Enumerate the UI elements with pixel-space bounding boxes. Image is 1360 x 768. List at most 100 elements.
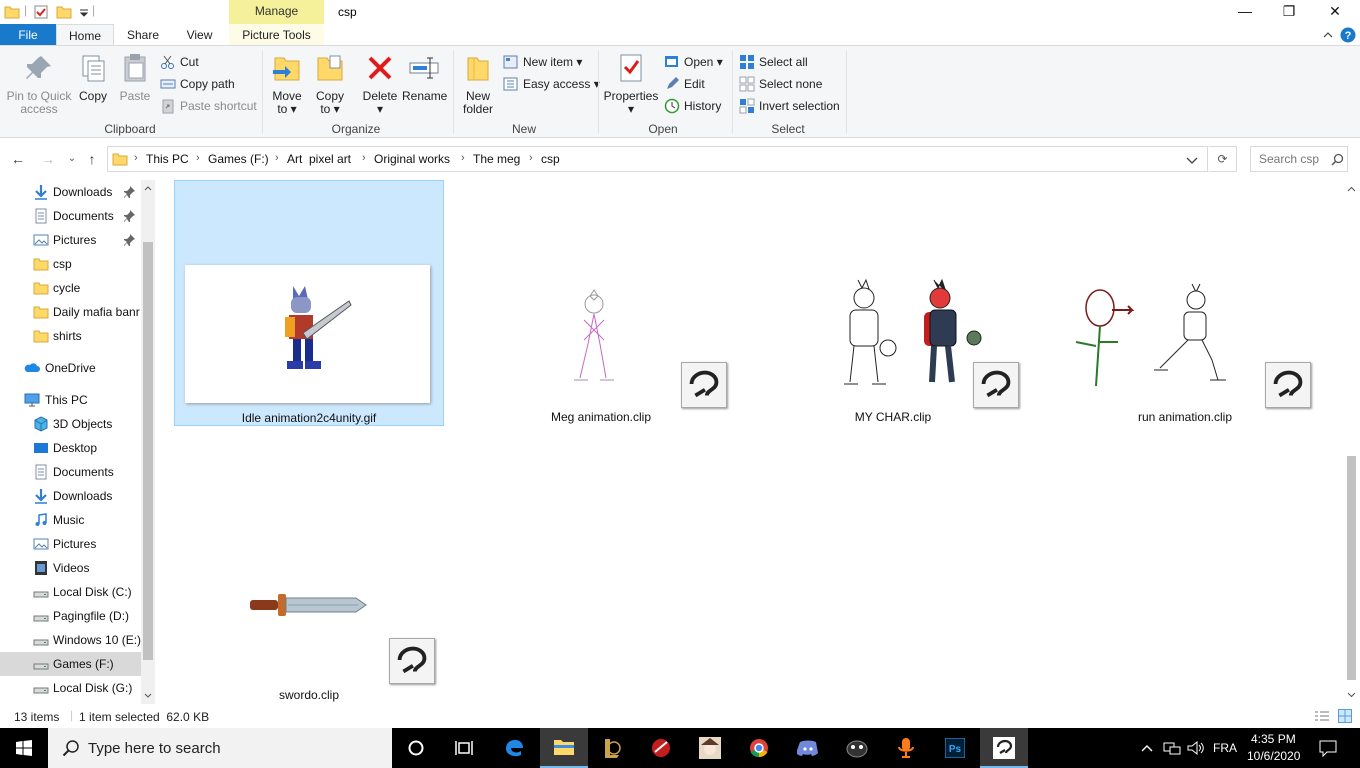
tab-file[interactable]: File <box>0 24 56 46</box>
taskbar-red-app[interactable] <box>637 728 685 768</box>
taskbar-game-app[interactable] <box>833 728 881 768</box>
task-view-button[interactable] <box>440 728 488 768</box>
taskbar-anime-app[interactable] <box>686 728 734 768</box>
sidebar-item-this-pc[interactable]: This PC <box>0 388 141 412</box>
recent-locations-chevron-icon[interactable]: ⌄ <box>62 149 82 169</box>
close-button[interactable]: ✕ <box>1312 0 1358 24</box>
taskbar-clip-studio[interactable] <box>980 728 1028 768</box>
invert-selection-button[interactable]: Invert selection <box>739 97 840 115</box>
move-to-button[interactable]: Move to ▾ <box>268 52 306 115</box>
taskbar-search-input[interactable]: Type here to search <box>88 740 221 757</box>
file-item[interactable]: swordo.clip <box>174 456 444 702</box>
sidebar-item-pictures[interactable]: Pictures <box>0 228 141 252</box>
file-item[interactable]: run animation.clip <box>1050 180 1320 426</box>
sidebar-item-games-f[interactable]: Games (F:) <box>0 652 141 676</box>
breadcrumb-separator[interactable]: › <box>196 152 200 164</box>
copy-path-button[interactable]: Copy path <box>160 75 235 93</box>
up-arrow-icon[interactable]: ↑ <box>82 149 102 169</box>
file-name[interactable]: Idle animation2c4unity.gif <box>175 411 443 425</box>
new-folder-button[interactable]: New folder <box>459 52 497 115</box>
delete-button[interactable]: Delete ▾ <box>360 52 400 115</box>
taskbar-photoshop[interactable]: Ps <box>931 728 979 768</box>
file-name[interactable]: MY CHAR.clip <box>758 410 1028 424</box>
sidebar-item-local-disk-c[interactable]: Local Disk (C:) <box>0 580 141 604</box>
taskbar-recorder-app[interactable] <box>882 728 930 768</box>
scroll-down-icon[interactable] <box>1347 692 1356 698</box>
sidebar-item-cycle[interactable]: cycle <box>0 276 141 300</box>
open-button[interactable]: Open ▾ <box>664 53 723 71</box>
pin-to-quick-access-button[interactable]: Pin to Quick access <box>4 52 74 115</box>
file-name[interactable]: run animation.clip <box>1050 410 1320 424</box>
tab-share[interactable]: Share <box>116 24 170 46</box>
breadcrumb-csp[interactable]: csp <box>541 152 560 166</box>
breadcrumb-this-pc[interactable]: This PC <box>146 152 189 166</box>
clock-date[interactable]: 10/6/2020 <box>1247 749 1300 763</box>
cut-button[interactable]: Cut <box>160 53 199 71</box>
rename-button[interactable]: Rename <box>402 52 447 102</box>
breadcrumb-the-meg[interactable]: The meg <box>473 152 520 166</box>
new-folder-icon[interactable] <box>56 4 72 20</box>
sidebar-item-videos[interactable]: Videos <box>0 556 141 580</box>
breadcrumb-art-pixel-art[interactable]: Art pixel art <box>287 152 351 166</box>
minimize-button[interactable]: — <box>1222 0 1268 24</box>
nav-pane-scrollbar[interactable] <box>141 180 155 704</box>
address-bar[interactable]: › This PC › Games (F:) › Art pixel art ›… <box>107 146 1208 172</box>
copy-to-button[interactable]: Copy to ▾ <box>311 52 349 115</box>
sidebar-item-local-disk-g[interactable]: Local Disk (G:) <box>0 676 141 700</box>
tab-home[interactable]: Home <box>56 24 114 46</box>
sidebar-item-music[interactable]: Music <box>0 508 141 532</box>
scroll-down-icon[interactable] <box>144 693 152 699</box>
customize-toolbar-icon[interactable] <box>76 4 92 20</box>
file-name[interactable]: swordo.clip <box>174 688 444 702</box>
tab-view[interactable]: View <box>172 24 227 46</box>
sidebar-item-pagingfile-d[interactable]: Pagingfile (D:) <box>0 604 141 628</box>
help-icon[interactable]: ? <box>1340 27 1356 43</box>
new-item-button[interactable]: New item ▾ <box>503 53 582 71</box>
sidebar-item-daily-mafia-banr[interactable]: Daily mafia banr <box>0 300 141 324</box>
cortana-button[interactable] <box>392 728 440 768</box>
network-icon[interactable] <box>1163 740 1181 756</box>
sidebar-item-downloads[interactable]: Downloads <box>0 484 141 508</box>
sidebar-item-downloads[interactable]: Downloads <box>0 180 141 204</box>
show-hidden-icons-chevron-icon[interactable] <box>1141 743 1153 753</box>
action-center-icon[interactable] <box>1319 739 1337 757</box>
sidebar-item-documents[interactable]: Documents <box>0 204 141 228</box>
back-arrow-icon[interactable]: ← <box>8 149 28 169</box>
maximize-button[interactable]: ❐ <box>1266 0 1312 24</box>
taskbar-edge[interactable] <box>490 728 538 768</box>
sidebar-item-documents[interactable]: Documents <box>0 460 141 484</box>
delete-dropdown-arrow[interactable]: ▾ <box>360 103 400 115</box>
large-icons-view-icon[interactable] <box>1338 709 1352 723</box>
volume-icon[interactable] <box>1187 740 1205 756</box>
breadcrumb-separator[interactable]: › <box>134 152 138 164</box>
taskbar-search-box[interactable]: Type here to search <box>48 728 392 768</box>
file-item[interactable]: MY CHAR.clip <box>758 180 1028 426</box>
clock-time[interactable]: 4:35 PM <box>1251 732 1296 746</box>
file-view-scroll-thumb[interactable] <box>1347 456 1356 680</box>
breadcrumb-separator[interactable]: › <box>461 152 465 164</box>
paste-button[interactable]: Paste <box>116 52 154 102</box>
breadcrumb-separator[interactable]: › <box>275 152 279 164</box>
forward-arrow-icon[interactable]: → <box>38 149 58 169</box>
select-none-button[interactable]: Select none <box>739 75 822 93</box>
taskbar-chrome[interactable] <box>735 728 783 768</box>
properties-button[interactable]: Properties ▾ <box>603 52 659 115</box>
file-view-scrollbar[interactable] <box>1343 180 1360 704</box>
sidebar-item-windows-10-e[interactable]: Windows 10 (E:) <box>0 628 141 652</box>
search-box[interactable]: Search csp <box>1250 146 1348 172</box>
edit-button[interactable]: Edit <box>664 75 705 93</box>
breadcrumb-separator[interactable]: › <box>529 152 533 164</box>
paste-shortcut-button[interactable]: Paste shortcut <box>160 97 257 115</box>
chevron-down-icon[interactable] <box>1186 155 1198 165</box>
taskbar-league-of-legends[interactable] <box>588 728 636 768</box>
sidebar-item-onedrive[interactable]: OneDrive <box>0 356 141 380</box>
easy-access-button[interactable]: Easy access ▾ <box>503 75 600 93</box>
breadcrumb-separator[interactable]: › <box>362 152 366 164</box>
taskbar-file-explorer[interactable] <box>540 728 588 768</box>
sidebar-item-3d-objects[interactable]: 3D Objects <box>0 412 141 436</box>
chevron-up-icon[interactable] <box>1322 29 1334 41</box>
scroll-up-icon[interactable] <box>144 185 152 191</box>
file-item[interactable]: Idle animation2c4unity.gif <box>174 180 444 426</box>
input-language[interactable]: FRA <box>1213 741 1237 755</box>
sidebar-item-shirts[interactable]: shirts <box>0 324 141 348</box>
